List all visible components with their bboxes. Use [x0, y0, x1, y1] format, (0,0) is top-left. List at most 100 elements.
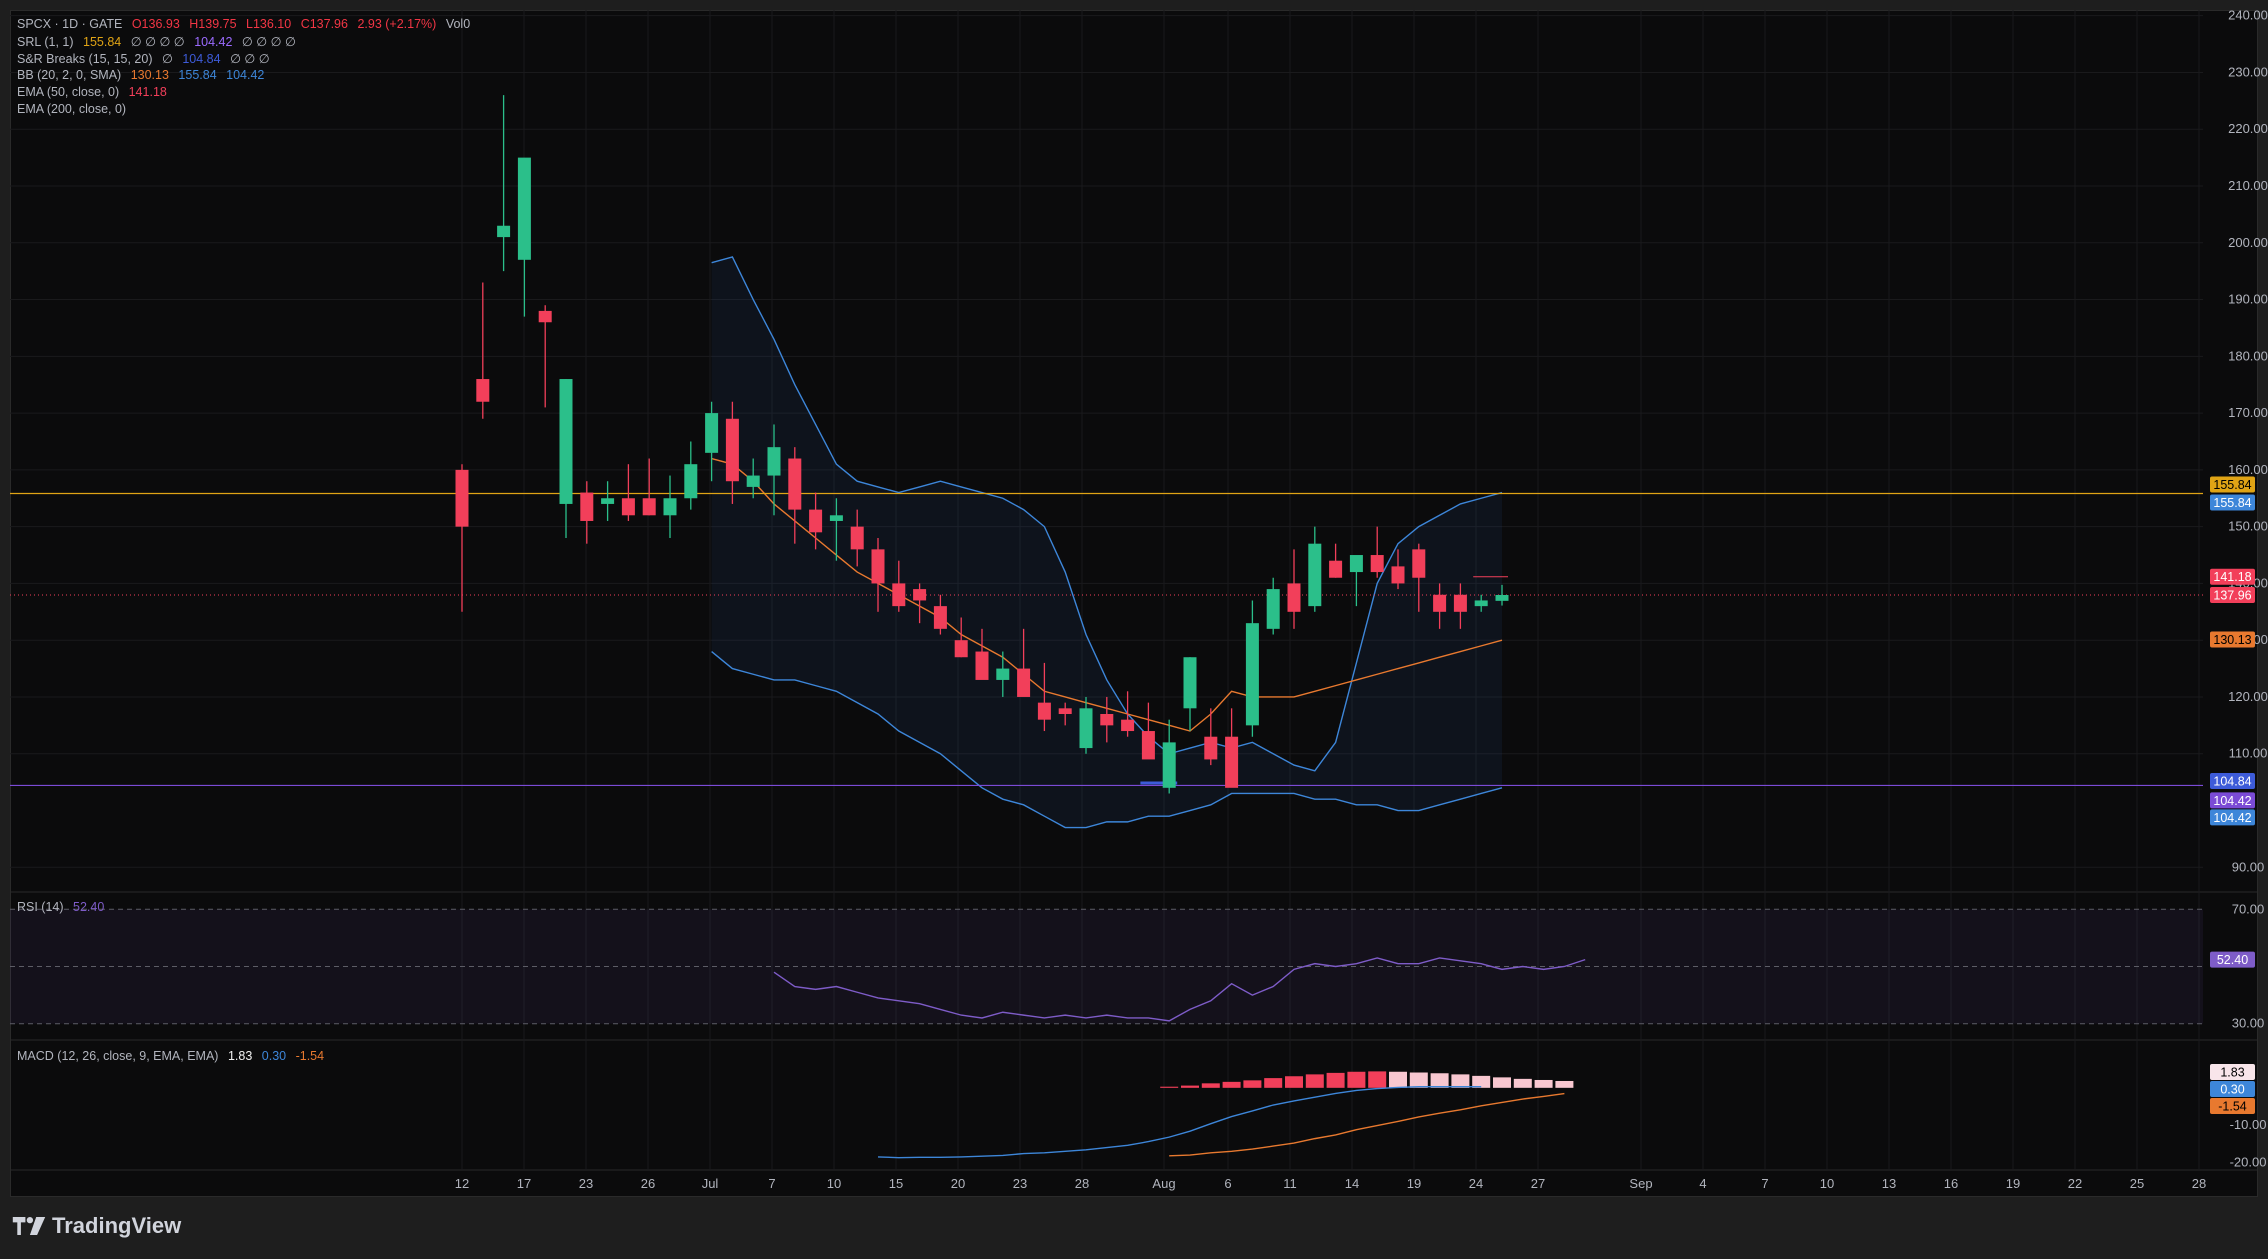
candle-body-14: [746, 475, 760, 487]
price-tag-text-3: 137.96: [2213, 589, 2251, 603]
tradingview-brand[interactable]: TradingView: [12, 1213, 181, 1239]
legend-ema200[interactable]: EMA (200, close, 0): [17, 102, 132, 116]
candle-body-34: [1162, 742, 1176, 788]
candle-body-15: [767, 447, 781, 476]
candle-body-9: [642, 498, 656, 516]
candle-body-17: [809, 509, 823, 533]
y-tick-7: 170.00: [2228, 405, 2268, 420]
candle-body-40: [1287, 583, 1301, 612]
candle-body-43: [1349, 555, 1363, 573]
candle-body-23: [933, 606, 947, 629]
macd-line-value: 0.30: [261, 1049, 287, 1063]
x-tick-27: 28: [2192, 1176, 2206, 1191]
candle-body-22: [913, 589, 927, 601]
candle-body-12: [705, 413, 719, 453]
legend-symbol[interactable]: SPCX · 1D · GATE: [17, 17, 122, 31]
x-tick-15: 19: [1407, 1176, 1421, 1191]
price-tag-text-6: 104.42: [2213, 794, 2251, 808]
price-tag-1: 155.84: [2210, 494, 2255, 511]
x-tick-1: 17: [517, 1176, 531, 1191]
legend-macd[interactable]: MACD (12, 26, close, 9, EMA, EMA) 1.83 0…: [17, 1049, 330, 1063]
candle-body-30: [1079, 708, 1093, 749]
legend-high: H139.75: [189, 17, 237, 31]
x-tick-19: 4: [1699, 1176, 1706, 1191]
price-tag-3: 137.96: [2210, 587, 2255, 604]
legend-main: SPCX · 1D · GATE O136.93 H139.75 L136.10…: [17, 17, 476, 31]
candle-body-31: [1100, 714, 1114, 726]
legend-srb[interactable]: S&R Breaks (15, 15, 20) ∅ 104.84 ∅ ∅ ∅: [17, 51, 276, 66]
y-tick-8: 180.00: [2228, 348, 2268, 363]
x-tick-8: 20: [951, 1176, 965, 1191]
y-tick-9: 190.00: [2228, 292, 2268, 307]
y-tick-1: 110.00: [2229, 746, 2268, 761]
candle-body-5: [559, 379, 573, 504]
macd-tag-text-2: -1.54: [2218, 1100, 2247, 1114]
candle-body-16: [788, 458, 802, 510]
candle-body-39: [1266, 589, 1280, 629]
macd-hist-bar-6: [1285, 1076, 1303, 1088]
legend-ema50[interactable]: EMA (50, close, 0) 141.18: [17, 85, 173, 99]
candle-body-19: [850, 526, 864, 550]
candle-body-6: [580, 492, 594, 521]
srl-value-2: 104.42: [194, 35, 233, 49]
price-tag-0: 155.84: [2210, 476, 2255, 493]
candle-body-27: [1017, 668, 1031, 697]
macd-hist-bar-11: [1389, 1071, 1407, 1088]
x-tick-5: 7: [768, 1176, 775, 1191]
candle-body-0: [455, 469, 469, 527]
bb-label: BB (20, 2, 0, SMA): [17, 68, 122, 82]
x-tick-21: 10: [1820, 1176, 1834, 1191]
x-tick-7: 15: [889, 1176, 903, 1191]
candle-body-3: [517, 157, 531, 260]
legend-low: L136.10: [246, 17, 292, 31]
macd-signal-value: -1.54: [295, 1049, 325, 1063]
x-tick-24: 19: [2006, 1176, 2020, 1191]
bb-lower: 104.42: [226, 68, 265, 82]
price-tag-text-5: 104.84: [2213, 775, 2251, 789]
x-tick-18: Sep: [1629, 1176, 1652, 1191]
y-tick-2: 120.00: [2228, 689, 2268, 704]
price-tag-5: 104.84: [2210, 773, 2255, 790]
candle-body-24: [954, 640, 968, 658]
macd-hist-value: 1.83: [227, 1049, 253, 1063]
macd-hist-bar-7: [1305, 1074, 1324, 1088]
brand-name: TradingView: [52, 1213, 182, 1238]
chart-svg[interactable]: 12 17 23 26 Jul 7 10 15 20 23 28 Aug 6 11 14 19 24 27 Sep 4…: [0, 0, 2268, 1259]
x-tick-2: 23: [579, 1176, 593, 1191]
bb-upper: 155.84: [178, 68, 217, 82]
macd-tag-text-0: 1.83: [2220, 1066, 2244, 1080]
srl-label: SRL (1, 1): [17, 35, 74, 49]
y-tick-0: 90.00: [2232, 859, 2265, 874]
legend-volume: Vol0: [445, 17, 471, 31]
macd-y-tick-1: -20.00: [2230, 1155, 2267, 1170]
macd-hist-bar-17: [1513, 1078, 1532, 1088]
macd-hist-bar-13: [1430, 1073, 1449, 1088]
legend-open: O136.93: [131, 17, 180, 31]
candle-body-10: [663, 498, 677, 516]
candle-body-1: [476, 379, 490, 402]
x-tick-13: 11: [1283, 1176, 1297, 1191]
candle-body-25: [975, 651, 989, 680]
price-tag-4: 130.13: [2210, 631, 2255, 648]
legend-bb[interactable]: BB (20, 2, 0, SMA) 130.13 155.84 104.42: [17, 68, 270, 82]
legend-srl[interactable]: SRL (1, 1) 155.84 ∅ ∅ ∅ ∅ 104.42 ∅ ∅ ∅ ∅: [17, 34, 302, 49]
candle-body-29: [1058, 708, 1072, 714]
macd-hist-bar-8: [1326, 1072, 1345, 1088]
macd-hist-bar-3: [1222, 1081, 1241, 1088]
srb-nulls: ∅ ∅ ∅: [230, 52, 270, 66]
tradingview-logo-icon: [12, 1217, 46, 1235]
price-tag-text-4: 130.13: [2213, 633, 2251, 647]
x-tick-9: 23: [1013, 1176, 1027, 1191]
price-tag-text-1: 155.84: [2213, 496, 2251, 510]
rsi-tag-text: 52.40: [2217, 953, 2248, 967]
macd-hist-bar-16: [1493, 1077, 1511, 1088]
candle-body-4: [538, 310, 552, 323]
candle-body-26: [996, 668, 1010, 680]
candle-body-46: [1412, 549, 1426, 578]
candle-body-48: [1453, 594, 1467, 612]
candle-body-50: [1495, 595, 1509, 601]
price-tag-text-2: 141.18: [2213, 570, 2251, 584]
candle-body-8: [621, 498, 635, 516]
x-tick-20: 7: [1761, 1176, 1768, 1191]
legend-rsi[interactable]: RSI (14) 52.40: [17, 900, 110, 914]
